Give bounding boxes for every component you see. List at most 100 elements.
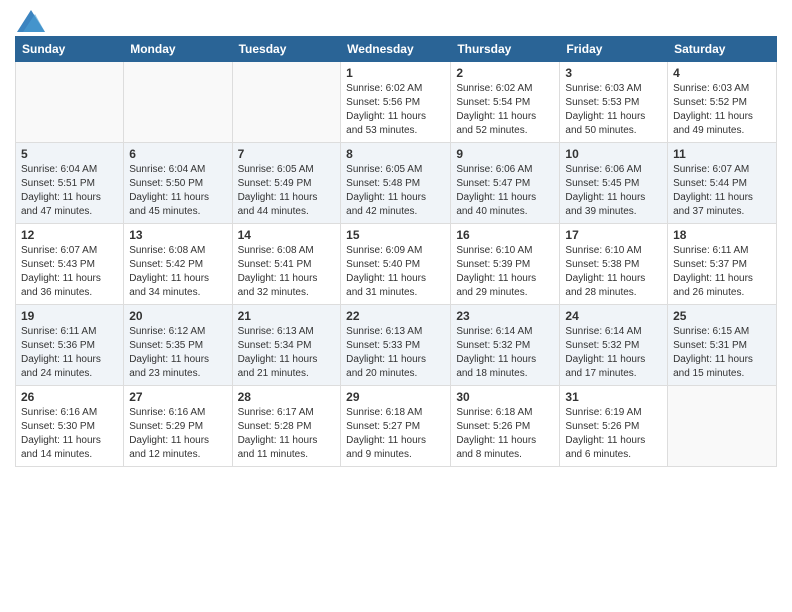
calendar-cell: 28 Sunrise: 6:17 AM Sunset: 5:28 PM Dayli…	[232, 386, 341, 467]
cell-daylight-info: Sunrise: 6:10 AM Sunset: 5:39 PM Dayligh…	[456, 244, 554, 300]
calendar-cell: 2Sunrise: 6:02 AM Sunset: 5:54 PM Daylig…	[451, 62, 560, 143]
weekday-header-monday: Monday	[124, 37, 232, 62]
cell-daylight-info: Sunrise: 6:13 AM Sunset: 5:33 PM Dayligh…	[346, 325, 445, 381]
calendar-cell: 4 Sunrise: 6:03 AM Sunset: 5:52 PM Daylig…	[668, 62, 777, 143]
calendar-cell: 3 Sunrise: 6:03 AM Sunset: 5:53 PM Daylig…	[560, 62, 668, 143]
calendar-cell: 19 Sunrise: 6:11 AM Sunset: 5:36 PM Dayli…	[16, 305, 124, 386]
date-number: 3	[565, 66, 662, 80]
date-number: 16	[456, 228, 554, 242]
date-number: 27	[129, 390, 226, 404]
cell-daylight-info: Sunrise: 6:03 AM Sunset: 5:53 PM Dayligh…	[565, 82, 662, 138]
calendar-week-row: 19 Sunrise: 6:11 AM Sunset: 5:36 PM Dayli…	[16, 305, 777, 386]
date-number: 23	[456, 309, 554, 323]
cell-daylight-info: Sunrise: 6:08 AM Sunset: 5:41 PM Dayligh…	[238, 244, 336, 300]
date-number: 21	[238, 309, 336, 323]
calendar-week-row: 1Sunrise: 6:02 AM Sunset: 5:56 PM Daylig…	[16, 62, 777, 143]
logo-icon	[17, 10, 45, 32]
calendar-week-row: 26 Sunrise: 6:16 AM Sunset: 5:30 PM Dayli…	[16, 386, 777, 467]
cell-daylight-info: Sunrise: 6:12 AM Sunset: 5:35 PM Dayligh…	[129, 325, 226, 381]
cell-daylight-info: Sunrise: 6:16 AM Sunset: 5:30 PM Dayligh…	[21, 406, 118, 462]
cell-daylight-info: Sunrise: 6:11 AM Sunset: 5:37 PM Dayligh…	[673, 244, 771, 300]
weekday-header-tuesday: Tuesday	[232, 37, 341, 62]
calendar-cell: 12 Sunrise: 6:07 AM Sunset: 5:43 PM Dayli…	[16, 224, 124, 305]
cell-daylight-info: Sunrise: 6:14 AM Sunset: 5:32 PM Dayligh…	[456, 325, 554, 381]
calendar-cell: 25 Sunrise: 6:15 AM Sunset: 5:31 PM Dayli…	[668, 305, 777, 386]
weekday-header-wednesday: Wednesday	[341, 37, 451, 62]
date-number: 12	[21, 228, 118, 242]
calendar-cell: 24Sunrise: 6:14 AM Sunset: 5:32 PM Dayli…	[560, 305, 668, 386]
cell-daylight-info: Sunrise: 6:04 AM Sunset: 5:50 PM Dayligh…	[129, 163, 226, 219]
calendar-cell	[668, 386, 777, 467]
weekday-header-sunday: Sunday	[16, 37, 124, 62]
date-number: 25	[673, 309, 771, 323]
calendar-cell: 29Sunrise: 6:18 AM Sunset: 5:27 PM Dayli…	[341, 386, 451, 467]
weekday-header-thursday: Thursday	[451, 37, 560, 62]
date-number: 11	[673, 147, 771, 161]
calendar-week-row: 12 Sunrise: 6:07 AM Sunset: 5:43 PM Dayli…	[16, 224, 777, 305]
calendar-cell: 6 Sunrise: 6:04 AM Sunset: 5:50 PM Daylig…	[124, 143, 232, 224]
cell-daylight-info: Sunrise: 6:14 AM Sunset: 5:32 PM Dayligh…	[565, 325, 662, 381]
weekday-header-saturday: Saturday	[668, 37, 777, 62]
date-number: 2	[456, 66, 554, 80]
calendar-cell: 15 Sunrise: 6:09 AM Sunset: 5:40 PM Dayli…	[341, 224, 451, 305]
calendar-cell: 5Sunrise: 6:04 AM Sunset: 5:51 PM Daylig…	[16, 143, 124, 224]
date-number: 19	[21, 309, 118, 323]
calendar-cell: 16 Sunrise: 6:10 AM Sunset: 5:39 PM Dayli…	[451, 224, 560, 305]
date-number: 26	[21, 390, 118, 404]
cell-daylight-info: Sunrise: 6:06 AM Sunset: 5:47 PM Dayligh…	[456, 163, 554, 219]
calendar-cell: 31 Sunrise: 6:19 AM Sunset: 5:26 PM Dayli…	[560, 386, 668, 467]
cell-daylight-info: Sunrise: 6:04 AM Sunset: 5:51 PM Dayligh…	[21, 163, 118, 219]
date-number: 9	[456, 147, 554, 161]
date-number: 17	[565, 228, 662, 242]
cell-daylight-info: Sunrise: 6:16 AM Sunset: 5:29 PM Dayligh…	[129, 406, 226, 462]
cell-daylight-info: Sunrise: 6:13 AM Sunset: 5:34 PM Dayligh…	[238, 325, 336, 381]
calendar-cell: 30 Sunrise: 6:18 AM Sunset: 5:26 PM Dayli…	[451, 386, 560, 467]
date-number: 13	[129, 228, 226, 242]
cell-daylight-info: Sunrise: 6:05 AM Sunset: 5:49 PM Dayligh…	[238, 163, 336, 219]
calendar-cell	[124, 62, 232, 143]
date-number: 14	[238, 228, 336, 242]
calendar-cell: 9 Sunrise: 6:06 AM Sunset: 5:47 PM Daylig…	[451, 143, 560, 224]
calendar-cell	[16, 62, 124, 143]
date-number: 31	[565, 390, 662, 404]
date-number: 7	[238, 147, 336, 161]
date-number: 6	[129, 147, 226, 161]
cell-daylight-info: Sunrise: 6:08 AM Sunset: 5:42 PM Dayligh…	[129, 244, 226, 300]
page-header	[15, 10, 777, 28]
calendar-cell: 13 Sunrise: 6:08 AM Sunset: 5:42 PM Dayli…	[124, 224, 232, 305]
cell-daylight-info: Sunrise: 6:07 AM Sunset: 5:43 PM Dayligh…	[21, 244, 118, 300]
date-number: 22	[346, 309, 445, 323]
calendar-week-row: 5Sunrise: 6:04 AM Sunset: 5:51 PM Daylig…	[16, 143, 777, 224]
date-number: 20	[129, 309, 226, 323]
page-container: SundayMondayTuesdayWednesdayThursdayFrid…	[0, 0, 792, 477]
date-number: 8	[346, 147, 445, 161]
cell-daylight-info: Sunrise: 6:07 AM Sunset: 5:44 PM Dayligh…	[673, 163, 771, 219]
calendar-cell: 17Sunrise: 6:10 AM Sunset: 5:38 PM Dayli…	[560, 224, 668, 305]
cell-daylight-info: Sunrise: 6:15 AM Sunset: 5:31 PM Dayligh…	[673, 325, 771, 381]
calendar-cell: 26 Sunrise: 6:16 AM Sunset: 5:30 PM Dayli…	[16, 386, 124, 467]
calendar-cell: 7 Sunrise: 6:05 AM Sunset: 5:49 PM Daylig…	[232, 143, 341, 224]
cell-daylight-info: Sunrise: 6:17 AM Sunset: 5:28 PM Dayligh…	[238, 406, 336, 462]
cell-daylight-info: Sunrise: 6:11 AM Sunset: 5:36 PM Dayligh…	[21, 325, 118, 381]
date-number: 30	[456, 390, 554, 404]
calendar-cell: 11 Sunrise: 6:07 AM Sunset: 5:44 PM Dayli…	[668, 143, 777, 224]
calendar-cell: 8 Sunrise: 6:05 AM Sunset: 5:48 PM Daylig…	[341, 143, 451, 224]
cell-daylight-info: Sunrise: 6:02 AM Sunset: 5:56 PM Dayligh…	[346, 82, 445, 138]
cell-daylight-info: Sunrise: 6:03 AM Sunset: 5:52 PM Dayligh…	[673, 82, 771, 138]
date-number: 15	[346, 228, 445, 242]
calendar-cell: 14 Sunrise: 6:08 AM Sunset: 5:41 PM Dayli…	[232, 224, 341, 305]
date-number: 4	[673, 66, 771, 80]
date-number: 28	[238, 390, 336, 404]
calendar-cell	[232, 62, 341, 143]
cell-daylight-info: Sunrise: 6:05 AM Sunset: 5:48 PM Dayligh…	[346, 163, 445, 219]
date-number: 10	[565, 147, 662, 161]
calendar-cell: 20 Sunrise: 6:12 AM Sunset: 5:35 PM Dayli…	[124, 305, 232, 386]
cell-daylight-info: Sunrise: 6:19 AM Sunset: 5:26 PM Dayligh…	[565, 406, 662, 462]
cell-daylight-info: Sunrise: 6:09 AM Sunset: 5:40 PM Dayligh…	[346, 244, 445, 300]
cell-daylight-info: Sunrise: 6:18 AM Sunset: 5:26 PM Dayligh…	[456, 406, 554, 462]
cell-daylight-info: Sunrise: 6:06 AM Sunset: 5:45 PM Dayligh…	[565, 163, 662, 219]
date-number: 29	[346, 390, 445, 404]
weekday-header-row: SundayMondayTuesdayWednesdayThursdayFrid…	[16, 37, 777, 62]
weekday-header-friday: Friday	[560, 37, 668, 62]
calendar-cell: 23 Sunrise: 6:14 AM Sunset: 5:32 PM Dayli…	[451, 305, 560, 386]
